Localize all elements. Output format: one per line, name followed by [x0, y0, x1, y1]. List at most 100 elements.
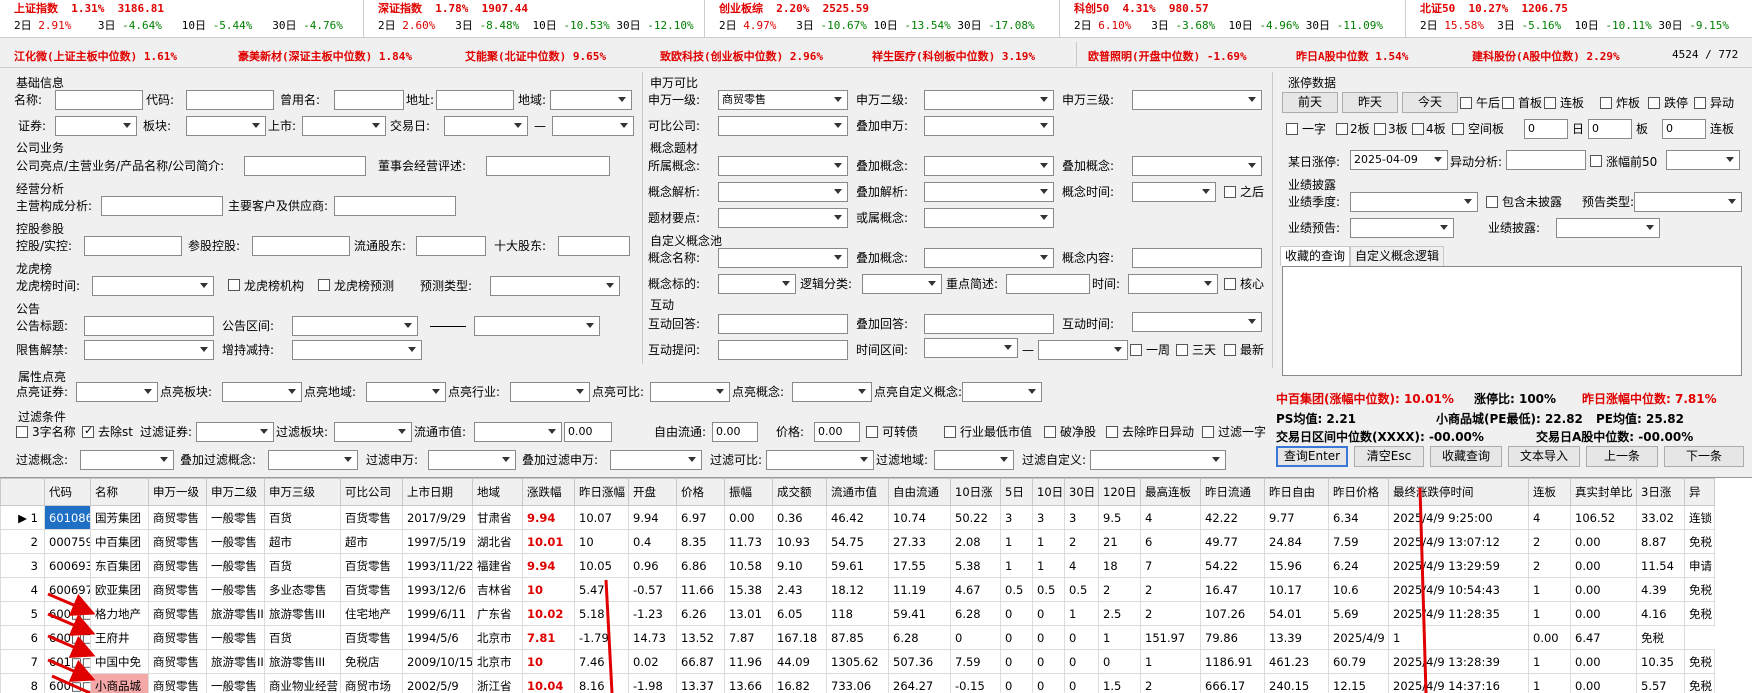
col-header[interactable]	[0, 478, 45, 506]
col-header[interactable]: 昨日流通	[1200, 478, 1265, 506]
region-select[interactable]	[550, 90, 632, 110]
afternoon-checkbox[interactable]	[1460, 97, 1472, 109]
main-business-input[interactable]	[101, 196, 223, 216]
comp-select[interactable]	[718, 116, 848, 136]
f-concept-select[interactable]	[80, 450, 174, 470]
participation-input[interactable]	[252, 236, 350, 256]
hl-board-select[interactable]	[222, 382, 302, 402]
trade-day-end-picker[interactable]	[552, 116, 634, 136]
hl-sec-select[interactable]	[76, 382, 158, 402]
f-price-input[interactable]: 0.00	[814, 422, 860, 442]
concept-time-picker[interactable]	[1132, 182, 1216, 202]
notice-start-picker[interactable]	[292, 316, 418, 336]
former-name-input[interactable]	[334, 90, 404, 110]
trade-day-start-picker[interactable]	[444, 116, 528, 136]
ans-input[interactable]	[718, 314, 848, 334]
cont-input[interactable]: 0	[1662, 119, 1706, 139]
clear-button[interactable]: 清空Esc	[1354, 446, 1424, 467]
name-input[interactable]	[55, 90, 143, 110]
col-header[interactable]: 成交额	[772, 478, 827, 506]
three-checkbox[interactable]	[1176, 344, 1188, 356]
table-row[interactable]: 3 600693 东百集团 商贸零售 一般零售 百货 百货零售 1993/11/22 福建省 9.…	[0, 553, 1715, 578]
week-checkbox[interactable]	[1130, 344, 1142, 356]
board-review-input[interactable]	[486, 156, 610, 176]
space-board-checkbox[interactable]	[1452, 123, 1464, 135]
logic-select[interactable]	[862, 274, 942, 294]
col-header[interactable]: 申万一级	[148, 478, 207, 506]
ask-input[interactable]	[718, 340, 848, 360]
col-header[interactable]: 流通市值	[826, 478, 889, 506]
range-end-picker[interactable]	[1038, 340, 1128, 360]
f-cap-input[interactable]: 0.00	[564, 422, 612, 442]
filter-3char-checkbox[interactable]	[16, 426, 28, 438]
col-header[interactable]: 昨日自由	[1264, 478, 1329, 506]
f-custom-select[interactable]	[1090, 450, 1226, 470]
col-header[interactable]: 地域	[472, 478, 523, 506]
f-free-input[interactable]: 0.00	[712, 422, 758, 442]
hl-ind-select[interactable]	[510, 382, 590, 402]
add-concept1-select[interactable]	[924, 156, 1054, 176]
forecast-picker[interactable]	[1350, 218, 1454, 238]
table-row[interactable]: 5600□□□格力地产商贸零售旅游零售II旅游零售III住宅地产1999/6/1…	[0, 601, 1715, 626]
fore-type-select[interactable]	[1634, 192, 1742, 212]
range-start-picker[interactable]	[924, 338, 1018, 358]
index-panel-cyb[interactable]: 创业板综 2.20% 2525.59 2日 4.97% 3日 -10.67% 1…	[705, 0, 1060, 38]
address-input[interactable]	[436, 90, 514, 110]
filter-st-checkbox[interactable]	[82, 424, 94, 438]
table-row[interactable]: ▶ 1 601086 国芳集团 商贸零售 一般零售 百货 百货零售 2017/9/29 甘肃省 9…	[0, 505, 1715, 530]
disclose-picker[interactable]	[1556, 218, 1660, 238]
col-header[interactable]: 10日	[1032, 478, 1065, 506]
brief-input[interactable]	[1006, 274, 1090, 294]
col-header[interactable]: 申万三级	[264, 478, 341, 506]
float-holder-input[interactable]	[416, 236, 486, 256]
notice-title-input[interactable]	[84, 316, 214, 336]
limit-down-checkbox[interactable]	[1648, 97, 1660, 109]
ctarget-select[interactable]	[718, 274, 796, 294]
customer-input[interactable]	[334, 196, 456, 216]
pred-type-select[interactable]	[490, 276, 620, 296]
f-yest-checkbox[interactable]	[1106, 426, 1118, 438]
time-picker[interactable]	[1128, 274, 1218, 294]
latest-checkbox[interactable]	[1224, 344, 1236, 356]
col-header[interactable]: 真实封单比	[1570, 478, 1637, 506]
col-header[interactable]: 可比公司	[340, 478, 403, 506]
security-select[interactable]	[55, 116, 137, 136]
f-oneword-checkbox[interactable]	[1202, 426, 1214, 438]
col-header[interactable]: 价格	[676, 478, 725, 506]
blast-checkbox[interactable]	[1600, 97, 1612, 109]
concept-parse-select[interactable]	[718, 182, 848, 202]
code-input[interactable]	[186, 90, 274, 110]
notice-end-picker[interactable]	[474, 316, 600, 336]
dragon-time-picker[interactable]	[92, 276, 214, 296]
f-region-select[interactable]	[934, 450, 1014, 470]
business-input[interactable]	[244, 156, 366, 176]
board-input[interactable]: 0	[1588, 119, 1632, 139]
btn-yesterday[interactable]: 昨天	[1342, 92, 1398, 113]
table-row[interactable]: 7601□□□中国中免商贸零售旅游零售II旅游零售III免税店2009/10/1…	[0, 649, 1715, 674]
top50-select[interactable]	[1666, 150, 1740, 170]
f-cap-select[interactable]	[474, 422, 562, 442]
col-header[interactable]: 开盘	[628, 478, 677, 506]
hl-concept-select[interactable]	[792, 382, 872, 402]
or-concept-select[interactable]	[924, 208, 1054, 228]
f-break-checkbox[interactable]	[1044, 426, 1056, 438]
undisclosed-checkbox[interactable]	[1486, 196, 1498, 208]
save-query-button[interactable]: 收藏查询	[1430, 446, 1502, 467]
board-select[interactable]	[186, 116, 266, 136]
sw3-select[interactable]	[1132, 90, 1262, 110]
col-header[interactable]: 昨日价格	[1328, 478, 1389, 506]
holding-input[interactable]	[84, 236, 182, 256]
results-grid[interactable]: 代码 名称 申万一级 申万二级 申万三级 可比公司 上市日期 地域 涨跌幅 昨日涨幅 开盘 价格 振幅成…	[0, 477, 1752, 693]
index-panel-sh[interactable]: 上证指数 1.31% 3186.81 2日 2.91% 3日 -4.64% 10…	[0, 0, 364, 38]
query-button[interactable]: 查询Enter	[1276, 446, 1348, 467]
b4-checkbox[interactable]	[1412, 123, 1424, 135]
saved-queries-list[interactable]	[1282, 266, 1742, 376]
index-panel-kc50[interactable]: 科创50 4.31% 980.57 2日 6.10% 3日 -3.68% 10日…	[1060, 0, 1406, 38]
col-header[interactable]: 120日	[1098, 478, 1141, 506]
next-button[interactable]: 下一条	[1664, 446, 1744, 467]
add-parse-select[interactable]	[924, 182, 1054, 202]
tab-saved-queries[interactable]: 收藏的查询	[1280, 246, 1351, 266]
col-header[interactable]: 连板	[1528, 478, 1571, 506]
col-header[interactable]: 30日	[1064, 478, 1099, 506]
tab-custom-logic[interactable]: 自定义概念逻辑	[1350, 246, 1445, 266]
